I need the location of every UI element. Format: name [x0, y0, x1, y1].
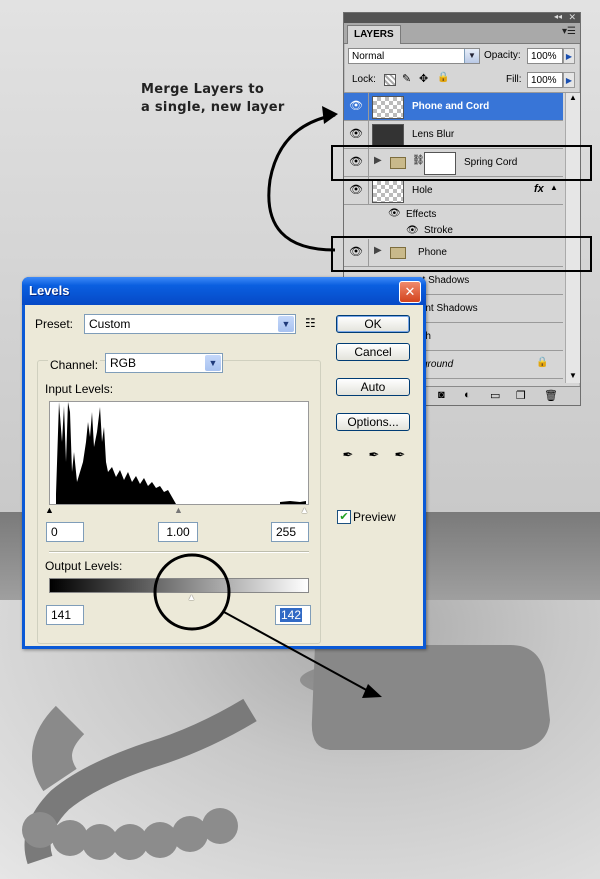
- ok-button[interactable]: OK: [336, 315, 410, 333]
- close-icon[interactable]: ✕: [399, 281, 421, 303]
- eye-icon[interactable]: 👁: [344, 93, 369, 120]
- zoom-callout: [153, 553, 382, 698]
- lock-image-icon[interactable]: ✎: [402, 72, 411, 85]
- add-mask-icon[interactable]: ◙: [438, 389, 445, 401]
- chevron-down-icon: ▼: [464, 49, 479, 63]
- channel-label: Channel:: [48, 358, 101, 372]
- lock-icon: 🔒: [536, 357, 549, 368]
- layer-thumbnail: [372, 124, 404, 147]
- lock-position-icon[interactable]: ✥: [419, 72, 428, 85]
- layer-phone-and-cord[interactable]: 👁 Phone and Cord: [344, 93, 563, 121]
- black-eyedropper-icon[interactable]: ✒: [340, 447, 356, 463]
- cancel-button[interactable]: Cancel: [336, 343, 410, 361]
- output-levels-label: Output Levels:: [45, 559, 123, 573]
- white-eyedropper-icon[interactable]: ✒: [392, 447, 408, 463]
- panel-title-bar[interactable]: ◂◂ ✕: [344, 12, 580, 23]
- layer-effects[interactable]: 👁 Effects: [344, 205, 563, 225]
- eye-icon[interactable]: 👁: [344, 177, 369, 204]
- opacity-arrow-icon[interactable]: ▶: [563, 48, 575, 64]
- highlight-spring-cord: [331, 145, 592, 181]
- opacity-field[interactable]: 100%: [527, 48, 563, 64]
- collapse-icon[interactable]: ◂◂: [554, 12, 562, 21]
- output-black-field[interactable]: 141: [46, 605, 84, 625]
- eye-icon[interactable]: 👁: [388, 208, 401, 219]
- eye-icon[interactable]: 👁: [406, 225, 419, 236]
- layer-name: Lens Blur: [412, 129, 455, 140]
- layer-name: Stroke: [424, 225, 453, 236]
- layer-name: Effects: [406, 209, 437, 220]
- input-gamma-slider-handle[interactable]: ▲: [174, 505, 183, 515]
- fill-label: Fill:: [506, 74, 522, 85]
- layer-thumbnail: [372, 180, 404, 203]
- chevron-down-icon: ▼: [278, 316, 294, 332]
- input-levels-label: Input Levels:: [45, 382, 114, 396]
- layer-name: Phone and Cord: [412, 101, 490, 112]
- fx-icon[interactable]: fx: [534, 183, 544, 195]
- preview-label[interactable]: Preview: [353, 510, 396, 524]
- preset-options-icon[interactable]: ☷: [305, 316, 316, 330]
- panel-menu-icon[interactable]: ▾☰: [562, 26, 576, 37]
- options-button[interactable]: Options...: [336, 413, 410, 431]
- preset-label: Preset:: [35, 317, 74, 331]
- input-white-field[interactable]: 255: [271, 522, 309, 542]
- chevron-down-icon: ▼: [205, 355, 221, 371]
- gray-eyedropper-icon[interactable]: ✒: [366, 447, 382, 463]
- preset-select[interactable]: Custom ▼: [84, 314, 296, 334]
- auto-button[interactable]: Auto: [336, 378, 410, 396]
- highlight-phone: [331, 236, 592, 272]
- dialog-title: Levels: [29, 283, 70, 298]
- channel-select[interactable]: RGB ▼: [105, 353, 223, 373]
- adjustment-layer-icon[interactable]: ◐: [464, 389, 471, 401]
- input-black-slider-handle[interactable]: ▲: [45, 505, 54, 515]
- annotation-line-1: Merge Layers to: [141, 82, 265, 97]
- delete-layer-icon[interactable]: 🗑: [544, 389, 558, 402]
- histogram: [49, 401, 309, 505]
- input-black-field[interactable]: 0: [46, 522, 84, 542]
- blend-mode-select[interactable]: Normal ▼: [348, 48, 480, 64]
- levels-title-bar[interactable]: Levels ✕: [22, 277, 426, 305]
- fill-field[interactable]: 100%: [527, 72, 563, 88]
- scroll-up-icon[interactable]: ▲: [566, 93, 580, 105]
- input-white-slider-handle[interactable]: ▲: [300, 505, 309, 515]
- layer-name: Hole: [412, 185, 433, 196]
- new-layer-icon[interactable]: ❐: [516, 389, 526, 402]
- lock-all-icon[interactable]: 🔒: [437, 72, 449, 83]
- scroll-down-icon[interactable]: ▼: [566, 371, 580, 383]
- layer-hole[interactable]: 👁 Hole fx ▲: [344, 177, 563, 205]
- lock-label: Lock:: [352, 74, 376, 85]
- close-panel-icon[interactable]: ✕: [568, 12, 576, 23]
- lock-transparent-icon[interactable]: [384, 74, 396, 86]
- fill-arrow-icon[interactable]: ▶: [563, 72, 575, 88]
- preview-checkbox[interactable]: ✔: [337, 510, 351, 524]
- layer-thumbnail: [372, 96, 404, 119]
- new-group-icon[interactable]: ▭: [490, 389, 500, 402]
- eye-icon[interactable]: 👁: [344, 121, 369, 148]
- collapse-effects-icon[interactable]: ▲: [550, 183, 558, 192]
- input-gamma-field[interactable]: 1.00: [158, 522, 198, 542]
- tab-layers[interactable]: LAYERS: [347, 25, 401, 44]
- opacity-label: Opacity:: [484, 50, 521, 61]
